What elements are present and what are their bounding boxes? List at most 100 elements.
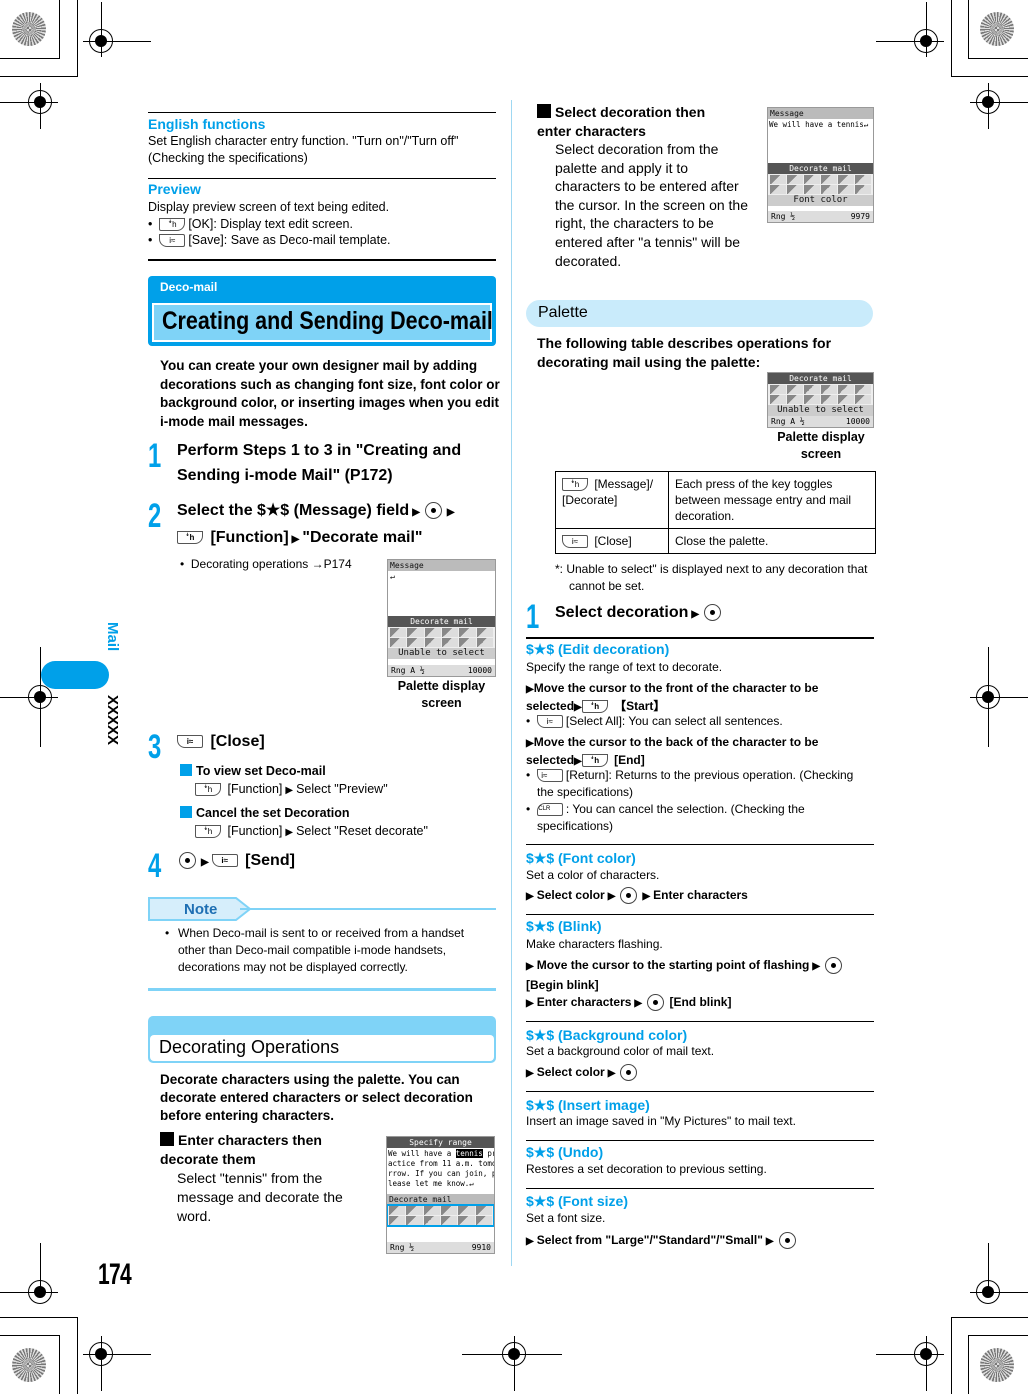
preview-title: Preview bbox=[148, 181, 201, 197]
divider bbox=[148, 259, 496, 261]
step-1-text: Perform Steps 1 to 3 in "Creating and Se… bbox=[177, 442, 462, 484]
function-body: Specify the range of text to decorate. bbox=[526, 660, 723, 674]
step-number: 1 bbox=[526, 598, 540, 636]
side-tab-section: Mail bbox=[104, 622, 121, 652]
function-title: $★$ (Font size) bbox=[526, 1193, 629, 1209]
english-functions-body: Set English character entry function. "T… bbox=[148, 134, 459, 165]
divider bbox=[526, 914, 874, 915]
screenshot-caption: Palette display screen bbox=[397, 679, 486, 710]
starburst-mark bbox=[980, 12, 1014, 46]
step-3-text: i≈ [Close] bbox=[177, 729, 265, 754]
table-cell-key: i≈ [Close] bbox=[555, 528, 669, 554]
intro-text: You can create your own designer mail by… bbox=[160, 358, 500, 429]
divider bbox=[526, 1140, 874, 1141]
table-row: ꜜh [Message]/ [Decorate] Each press of t… bbox=[555, 471, 876, 529]
starburst-mark bbox=[12, 1348, 46, 1382]
english-functions-title: English functions bbox=[148, 116, 266, 132]
left-soft-key-icon: ꜜh bbox=[177, 531, 203, 545]
screenshot-caption: Palette display screen bbox=[777, 430, 865, 461]
function-title: $★$ (Blink) bbox=[526, 918, 602, 934]
function-body: Make characters flashing. bbox=[526, 937, 663, 951]
starburst-mark bbox=[12, 12, 46, 46]
function-body: Restores a set decoration to previous se… bbox=[526, 1162, 767, 1176]
phone-screenshot-font-color: Message We will have a tennis↵ Decorate … bbox=[767, 107, 874, 223]
function-body: Set a background color of mail text. bbox=[526, 1044, 715, 1058]
step-number: 3 bbox=[148, 728, 162, 766]
function-title: $★$ (Background color) bbox=[526, 1027, 688, 1043]
center-key-icon bbox=[179, 852, 196, 870]
sub-view-deco-title: To view set Deco-mail bbox=[180, 762, 326, 780]
phone-screenshot-palette: Message ↵ Decorate mail Unable to select… bbox=[387, 559, 496, 677]
note-text: • When Deco-mail is sent to or received f… bbox=[165, 926, 465, 974]
function-op: ▶ Enter characters ▶ [End blink] bbox=[526, 993, 731, 1013]
function-op: ▶Move the cursor to the front of the cha… bbox=[526, 681, 819, 714]
phone-screenshot-palette-small: Decorate mail Unable to select Rng A ½ 10… bbox=[767, 372, 874, 428]
left-soft-key-icon: ꜜh bbox=[195, 825, 221, 839]
preview-body: Display preview screen of text being edi… bbox=[148, 200, 390, 214]
function-title: $★$ (Edit decoration) bbox=[526, 641, 670, 657]
section-header-palette: Palette bbox=[526, 300, 873, 327]
left-soft-key-icon: ꜜh bbox=[581, 700, 608, 714]
note-rule bbox=[240, 908, 496, 910]
function-op: ▶ Select color ▶ ▶ Enter characters bbox=[526, 886, 748, 906]
divider bbox=[148, 178, 496, 179]
section-header-deco-mail: Deco-mail Creating and Sending Deco-mail bbox=[148, 276, 496, 346]
side-tab-pill bbox=[41, 661, 109, 689]
divider bbox=[526, 637, 874, 639]
center-key-icon bbox=[647, 994, 665, 1012]
page-number: 174 bbox=[98, 1258, 132, 1291]
table-cell-desc: Close the palette. bbox=[668, 528, 876, 554]
center-key-icon bbox=[825, 957, 843, 975]
note-label: Note bbox=[184, 901, 218, 918]
function-bullet: • i≈ [Return]: Returns to the previous op… bbox=[526, 768, 854, 799]
function-op: ▶ Select from "Large"/"Standard"/"Small" ▶ bbox=[526, 1231, 798, 1251]
right-soft-key-icon: i≈ bbox=[159, 234, 186, 248]
step-4-text: ▶ i≈ [Send] bbox=[177, 848, 295, 875]
step-number: 4 bbox=[148, 847, 162, 885]
center-key-icon bbox=[620, 887, 638, 905]
phone-screenshot-specify-range: Specify range We will have a tennis pr a… bbox=[386, 1136, 495, 1254]
divider bbox=[148, 112, 496, 113]
page-title: Creating and Sending Deco-mail bbox=[162, 307, 493, 335]
palette-step-1: Select decoration ▶ bbox=[555, 600, 723, 627]
right-soft-key-icon: i≈ bbox=[562, 535, 588, 549]
right-soft-key-icon: i≈ bbox=[177, 735, 203, 749]
palette-operations-table: ꜜh [Message]/ [Decorate] Each press of t… bbox=[555, 471, 876, 554]
preview-bullet-save: • i≈ [Save]: Save as Deco-mail template. bbox=[148, 233, 391, 248]
section-header-decorating-ops: Decorating Operations bbox=[148, 1016, 496, 1063]
step-number: 1 bbox=[148, 437, 162, 475]
table-cell-desc: Each press of the key toggles between me… bbox=[668, 471, 876, 529]
center-key-icon bbox=[778, 1232, 796, 1250]
palette-intro: The following table describes operations… bbox=[537, 335, 832, 370]
step-number: 2 bbox=[148, 497, 162, 535]
left-soft-key-icon: ꜜh bbox=[195, 783, 221, 797]
column-divider bbox=[511, 100, 512, 1266]
center-key-icon bbox=[704, 604, 722, 622]
section-category: Deco-mail bbox=[160, 280, 218, 294]
side-tab-code: XXXXX bbox=[104, 695, 121, 746]
note-bottom-rule bbox=[148, 988, 496, 991]
function-body: Set a font size. bbox=[526, 1211, 606, 1225]
function-title: $★$ (Insert image) bbox=[526, 1097, 650, 1113]
function-title: $★$ (Undo) bbox=[526, 1144, 604, 1160]
left-soft-key-icon: ꜜh bbox=[159, 218, 186, 232]
divider bbox=[526, 844, 874, 845]
center-key-icon bbox=[424, 502, 442, 520]
select-then-enter-body: Select decoration from the palette and a… bbox=[555, 141, 749, 269]
select-then-enter-title: Select decoration then enter characters bbox=[537, 104, 706, 139]
divider bbox=[526, 1091, 874, 1092]
function-op: ▶Move the cursor to the back of the char… bbox=[526, 735, 819, 768]
right-soft-key-icon: i≈ bbox=[536, 715, 563, 729]
left-soft-key-icon: ꜜh bbox=[562, 478, 588, 492]
clear-key-icon: CLR bbox=[536, 803, 563, 817]
starburst-mark bbox=[980, 1348, 1014, 1382]
right-soft-key-icon: i≈ bbox=[211, 854, 238, 868]
sub-cancel-deco-body: ꜜh [Function] ▶ Select "Reset decorate" bbox=[195, 823, 428, 841]
left-soft-key-icon: ꜜh bbox=[581, 754, 608, 768]
divider bbox=[526, 1021, 874, 1022]
preview-bullet-ok: • ꜜh [OK]: Display text edit screen. bbox=[148, 217, 353, 232]
function-op: ▶ Move the cursor to the starting point o… bbox=[526, 956, 871, 994]
decorating-intro: Decorate characters using the palette. Y… bbox=[160, 1072, 473, 1123]
sub-view-deco-body: ꜜh [Function] ▶ Select "Preview" bbox=[195, 781, 388, 799]
enter-then-decorate-body: Select "tennis" from the message and dec… bbox=[177, 1170, 343, 1224]
